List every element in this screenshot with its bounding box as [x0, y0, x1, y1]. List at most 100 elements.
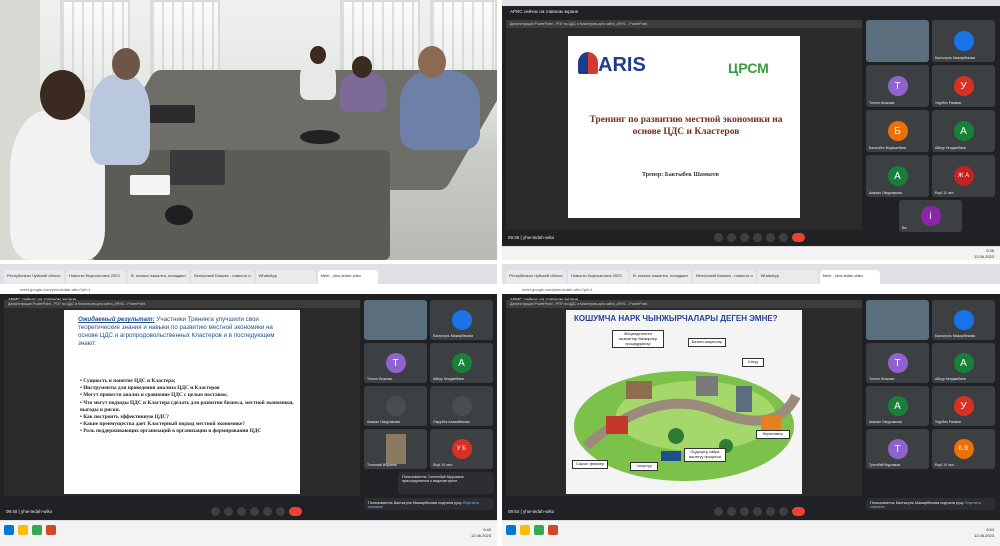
captions-button[interactable]: [739, 232, 749, 242]
mic-button[interactable]: [713, 232, 723, 242]
camera-button[interactable]: [224, 506, 234, 516]
browser-tab[interactable]: Венерский Бишкек - новости и: [191, 270, 254, 284]
browser-tab-active[interactable]: Meet - yhw-tedah-wiko: [819, 270, 880, 284]
browser-tab-active[interactable]: Meet - yhw-tedah-wiko: [317, 270, 378, 284]
raise-hand-button[interactable]: [752, 232, 762, 242]
leave-call-button[interactable]: [791, 506, 805, 516]
browser-tab[interactable]: Республикан Чуйский облсот: [4, 270, 64, 284]
powerpoint-icon[interactable]: [46, 525, 56, 535]
participant-tile[interactable]: Т Толгон Исакова: [866, 65, 929, 107]
browser-tab[interactable]: Новости Кыргызстана 2023: [66, 270, 126, 284]
person-woman-back: [300, 60, 336, 100]
windows-start-icon[interactable]: [506, 525, 516, 535]
participant-tile[interactable]: Толгонай Ибраева: [364, 429, 427, 469]
person-head: [40, 70, 85, 120]
more-options-button[interactable]: [778, 232, 788, 242]
participant-name: Укурбек Раимов: [935, 101, 962, 105]
captions-button[interactable]: [739, 506, 749, 516]
participant-name: Айнур Кенджебаев: [935, 377, 966, 381]
truck-icon: [661, 451, 681, 461]
meet-controls: 09:36 | yhw-tedah-wiko: [502, 228, 1000, 246]
csm-logo: ЦРСМ: [728, 60, 769, 76]
participant-name: Акмаал Омурзакова: [869, 191, 902, 195]
address-bar[interactable]: meet.google.com/yhw-tedah-wiko?pli=1: [0, 284, 497, 294]
participant-tile[interactable]: А Акмаал Омурзакова: [866, 155, 929, 197]
participant-tile[interactable]: Т Толгон Исакова: [364, 343, 427, 383]
person-head: [352, 56, 372, 78]
participant-tile[interactable]: Бактыгуль Мажарбекова: [430, 300, 493, 340]
slide-value-chain: КОШУМЧА НАРК ЧЫНЖЫРЧАЛАРЫ ДЕГЕН ЭМНЕ? Же…: [566, 310, 802, 494]
presentation-area: Демонстрация PowerPoint - РПУ по ЦДС и К…: [4, 300, 360, 496]
participant-tile-room[interactable]: [364, 300, 427, 340]
camera-button[interactable]: [726, 232, 736, 242]
participant-tile[interactable]: У Укурбек Раимов: [932, 386, 995, 426]
powerpoint-icon[interactable]: [548, 525, 558, 535]
raise-hand-button[interactable]: [250, 506, 260, 516]
leave-call-button[interactable]: [289, 506, 303, 516]
present-button[interactable]: [765, 506, 775, 516]
meet-area: АРИС сейчас на главном экране Демонстрац…: [502, 294, 1000, 520]
browser-tab[interactable]: В. космос нажался, попадают: [128, 270, 190, 284]
browser-tab[interactable]: Новости Кыргызстана 2023: [568, 270, 628, 284]
participant-tile[interactable]: Т Тугелбай Мурзаков: [866, 429, 929, 469]
more-options-button[interactable]: [778, 506, 788, 516]
participant-avatar: [451, 310, 472, 330]
taskbar: 9:54 12.06.2023: [502, 520, 1000, 546]
participant-tile[interactable]: А Акмаал Омурзакова: [866, 386, 929, 426]
more-options-button[interactable]: [276, 506, 286, 516]
address-bar[interactable]: meet.google.com/yhw-tedah-wiko?pli=1: [502, 284, 1000, 294]
leave-call-button[interactable]: [791, 232, 805, 242]
participant-avatar: Ж А: [953, 166, 974, 186]
file-explorer-icon[interactable]: [18, 525, 28, 535]
participant-tile[interactable]: Бактыгуль Мажарбекова: [932, 20, 995, 62]
results-list: Сущность и понятие ЦДС и Кластера; Инстр…: [80, 378, 294, 436]
meet-header: АРИС сейчас на главном экране: [510, 9, 579, 14]
value-chain-label: Керектөөчү: [756, 430, 790, 439]
chrome-icon[interactable]: [534, 525, 544, 535]
mic-button[interactable]: [713, 506, 723, 516]
participant-tile-more[interactable]: У Б Ещё 10 чел.: [430, 429, 493, 469]
browser-tab[interactable]: WhatsApp: [255, 270, 316, 284]
participant-tile-room[interactable]: [866, 20, 929, 62]
tree-icon: [668, 428, 684, 444]
participant-tile-more[interactable]: Ж А Ещё 11 чел.: [932, 155, 995, 197]
join-notification: Пользователь Толгонбай Мурзаков присоеди…: [398, 472, 494, 494]
list-item: Могут провести анализ и сравнение ЦДС с …: [80, 392, 294, 399]
mic-button[interactable]: [211, 506, 221, 516]
participant-tile[interactable]: А Айнур Кенджебаев: [430, 343, 493, 383]
participant-tile-more[interactable]: Б В Ещё 10 чел.: [932, 429, 995, 469]
taskbar: 9:40 12.06.2023: [0, 520, 497, 546]
raise-hand-button[interactable]: [752, 506, 762, 516]
participant-tile[interactable]: Акмаал Омурзакова: [364, 386, 427, 426]
present-button[interactable]: [263, 506, 273, 516]
participant-tile-room[interactable]: [866, 300, 929, 340]
participant-name: Айнур Кенджебаев: [935, 146, 966, 150]
participant-tile[interactable]: А Айнур Кенджебаев: [932, 110, 995, 152]
participant-tile[interactable]: Омурбек Ахаимбекова: [430, 386, 493, 426]
windows-start-icon[interactable]: [4, 525, 14, 535]
participant-name: Бактыгуль Мажарбекова: [935, 334, 976, 338]
captions-button[interactable]: [237, 506, 247, 516]
person-man-plaid: [400, 70, 480, 150]
browser-tabs: Республикан Чуйский облсот Новости Кыргы…: [502, 264, 1000, 284]
camera-button[interactable]: [726, 506, 736, 516]
present-button[interactable]: [765, 232, 775, 242]
participant-tile[interactable]: Б Бактыбек Жаркынбаев: [866, 110, 929, 152]
browser-tab[interactable]: Республикан Чуйский облсот: [506, 270, 566, 284]
browser-tab[interactable]: WhatsApp: [757, 270, 818, 284]
participant-name: Бактыбек Жаркынбаев: [869, 146, 907, 150]
participant-tile[interactable]: Т Толгон Исакова: [866, 343, 929, 383]
participant-name: Тугелбай Мурзаков: [869, 463, 901, 467]
browser-tabs: Республикан Чуйский облсот Новости Кыргы…: [0, 264, 497, 284]
browser-tab[interactable]: В. космос нажался, попадают: [630, 270, 692, 284]
file-explorer-icon[interactable]: [520, 525, 530, 535]
participant-name: Ещё 10 чел.: [935, 463, 955, 467]
presentation-area: Демонстрация PowerPoint - РПУ по ЦДС и К…: [506, 300, 862, 496]
chrome-icon[interactable]: [32, 525, 42, 535]
browser-tab[interactable]: Венерский Бишкек - новости и: [693, 270, 756, 284]
meet-window-1: АРИС сейчас на главном экране Демонстрац…: [502, 0, 1000, 260]
participant-name: Ещё 10 чел.: [433, 463, 453, 467]
participant-tile[interactable]: Бактыгуль Мажарбекова: [932, 300, 995, 340]
participant-tile[interactable]: А Айнур Кенджебаев: [932, 343, 995, 383]
participant-tile[interactable]: У Укурбек Раимов: [932, 65, 995, 107]
